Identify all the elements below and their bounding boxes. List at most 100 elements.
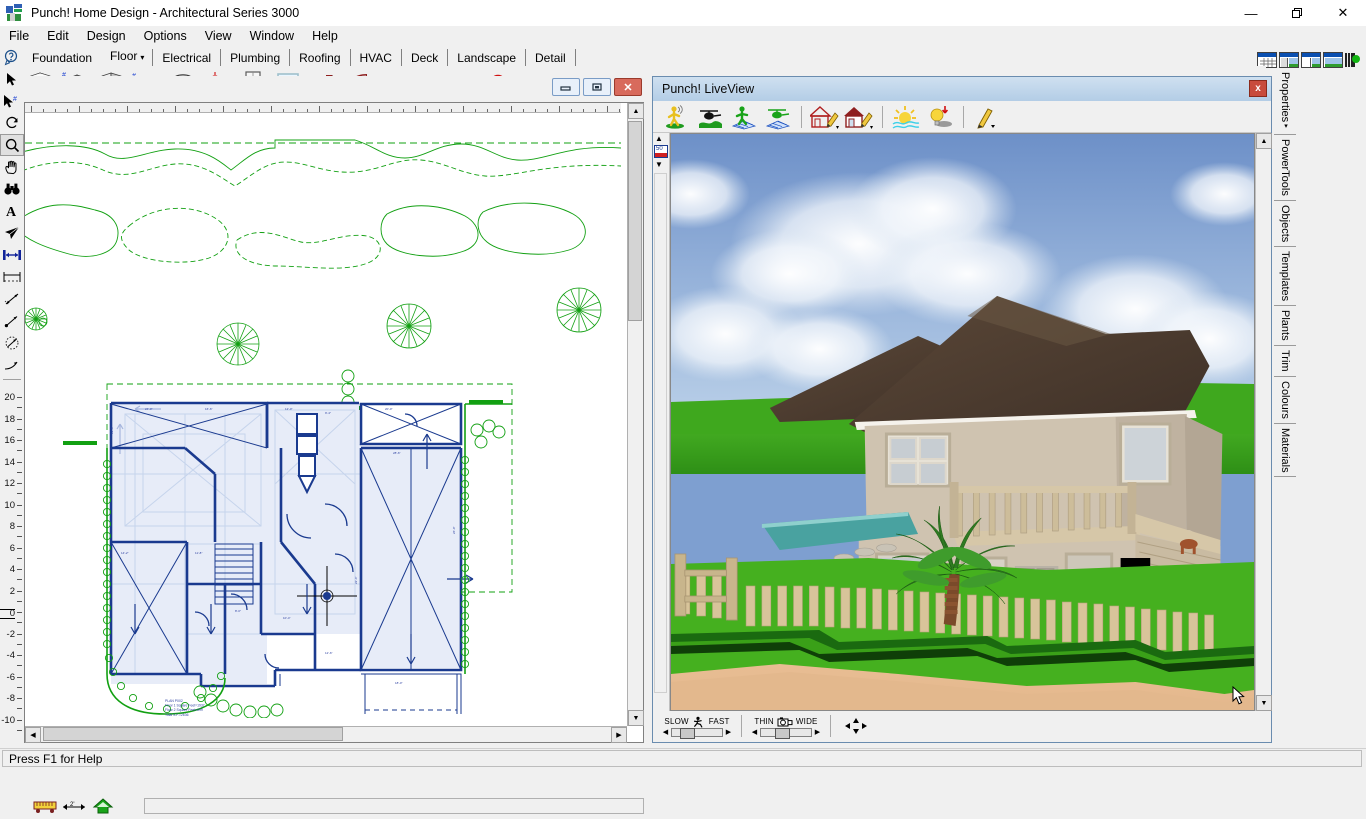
speed-slider-track[interactable]: ◀ ▶ xyxy=(661,727,733,739)
ruler-tick xyxy=(17,526,22,527)
fly-over-plan-icon[interactable] xyxy=(761,103,795,131)
sidebar-tab-colours[interactable]: Colours xyxy=(1274,376,1296,424)
camera-track[interactable] xyxy=(654,173,667,693)
sidebar-tab-plants[interactable]: Plants xyxy=(1274,306,1296,347)
arc-dimension-tool[interactable] xyxy=(0,332,24,354)
lens-increase-arrow[interactable]: ▶ xyxy=(813,728,822,736)
floorplan-minimize-button[interactable] xyxy=(552,78,580,96)
split-vertical-view-button[interactable] xyxy=(1301,52,1321,68)
menu-window[interactable]: Window xyxy=(241,27,303,45)
exterior-edit-house-icon[interactable] xyxy=(808,103,842,131)
daylight-sun-icon[interactable] xyxy=(889,103,923,131)
ruler-tick xyxy=(17,612,22,613)
floorplan-horizontal-scrollbar[interactable]: ◀ ▶ xyxy=(25,726,627,743)
speed-slider[interactable]: SLOW FAST ◀ ▶ xyxy=(661,716,733,739)
tab-floor[interactable]: Floor ▾ xyxy=(101,46,154,68)
scroll-right-arrow[interactable]: ▶ xyxy=(611,727,627,743)
dimension-tool[interactable] xyxy=(0,244,24,266)
toolbar-divider xyxy=(882,105,883,128)
sidebar-tab-properties-label: Properties xyxy=(1279,72,1291,123)
menu-edit[interactable]: Edit xyxy=(38,27,78,45)
chevron-down-icon[interactable]: ▾ xyxy=(1282,122,1289,130)
camera-up-arrow[interactable]: ▲ xyxy=(655,134,663,143)
liveview-vertical-scrollbar[interactable]: ▲ ▼ xyxy=(1255,133,1272,711)
sidebar-tab-powertools[interactable]: PowerTools xyxy=(1274,135,1296,201)
speed-decrease-arrow[interactable]: ◀ xyxy=(661,728,670,736)
liveview-only-button[interactable] xyxy=(1323,52,1343,68)
menu-design[interactable]: Design xyxy=(78,27,135,45)
floorplan-bottom-scroll-area[interactable] xyxy=(144,798,644,814)
camera-position-thumb[interactable]: 50 xyxy=(654,145,668,158)
liveview-scroll-down-arrow[interactable]: ▼ xyxy=(1256,695,1272,711)
interior-light-icon[interactable] xyxy=(923,103,957,131)
ruler-tick xyxy=(499,109,500,112)
leader-line-tool[interactable] xyxy=(0,354,24,376)
walkthrough-person-icon[interactable] xyxy=(659,103,693,131)
sidebar-tab-plants-label: Plants xyxy=(1279,310,1291,342)
minimize-button[interactable]: — xyxy=(1228,0,1274,26)
floorplan-canvas[interactable]: 24'-0" 16'-6" 12'-0" 9'-4" 20'-0" 28'-6" 14… xyxy=(25,114,621,718)
menu-view[interactable]: View xyxy=(196,27,241,45)
help-cursor-icon[interactable] xyxy=(0,46,24,68)
interior-edit-house-icon[interactable] xyxy=(842,103,876,131)
house-view-button[interactable] xyxy=(90,796,116,816)
liveview-scroll-up-arrow[interactable]: ▲ xyxy=(1256,133,1272,149)
ruler-tick xyxy=(17,643,22,645)
restore-button[interactable] xyxy=(1274,0,1320,26)
menu-options[interactable]: Options xyxy=(135,27,196,45)
sidebar-tab-properties[interactable]: Properties▾ xyxy=(1274,68,1296,136)
speed-slider-thumb[interactable] xyxy=(679,727,695,739)
scroll-up-arrow[interactable]: ▲ xyxy=(628,103,644,119)
paper-plane-tool[interactable] xyxy=(0,222,24,244)
sidebar-tab-trim[interactable]: Trim xyxy=(1274,346,1296,377)
select-grid-tool[interactable]: # xyxy=(0,90,24,112)
toolbar-divider xyxy=(801,105,802,128)
menu-help[interactable]: Help xyxy=(303,27,347,45)
lens-decrease-arrow[interactable]: ◀ xyxy=(750,728,759,736)
select-arrow-tool[interactable] xyxy=(0,68,24,90)
sidebar-tab-objects[interactable]: Objects xyxy=(1274,201,1296,248)
dashed-dimension-tool[interactable] xyxy=(0,266,24,288)
recenter-view-button[interactable] xyxy=(839,715,873,737)
ruler-tick xyxy=(271,106,272,112)
ruler-tick xyxy=(17,450,22,451)
pan-hand-tool[interactable] xyxy=(0,156,24,178)
floorplan-restore-button[interactable] xyxy=(583,78,611,96)
camera-down-arrow[interactable]: ▼ xyxy=(655,160,663,169)
zoom-tool[interactable] xyxy=(0,134,24,156)
lens-slider-bar[interactable] xyxy=(760,727,812,739)
split-horizontal-view-button[interactable] xyxy=(1279,52,1299,68)
scroll-left-arrow[interactable]: ◀ xyxy=(25,727,41,743)
rotate-tool[interactable] xyxy=(0,112,24,134)
flyover-helicopter-icon[interactable] xyxy=(693,103,727,131)
lens-slider[interactable]: THIN WIDE ◀ ▶ xyxy=(750,716,822,739)
ruler-tick xyxy=(487,109,488,112)
liveview-3d-render[interactable] xyxy=(670,133,1255,711)
diagonal-dimension-tool[interactable] xyxy=(0,288,24,310)
speed-increase-arrow[interactable]: ▶ xyxy=(724,728,733,736)
speed-slider-bar[interactable] xyxy=(671,727,723,739)
close-button[interactable]: ✕ xyxy=(1320,0,1366,26)
liveview-close-button[interactable]: x xyxy=(1249,80,1267,97)
lens-slider-thumb[interactable] xyxy=(774,727,790,739)
vertical-scroll-thumb[interactable] xyxy=(628,121,642,321)
chevron-down-icon[interactable]: ▾ xyxy=(140,53,144,62)
ruler-tick xyxy=(163,109,164,112)
ruler-tick xyxy=(67,109,68,112)
pencil-draw-icon[interactable] xyxy=(970,103,1004,131)
lens-slider-track[interactable]: ◀ ▶ xyxy=(750,727,822,739)
point-to-point-tool[interactable] xyxy=(0,310,24,332)
binoculars-tool[interactable] xyxy=(0,178,24,200)
scroll-down-arrow[interactable]: ▼ xyxy=(628,710,644,726)
floorplan-close-button[interactable]: ✕ xyxy=(614,78,642,96)
sidebar-tab-materials[interactable]: Materials xyxy=(1274,423,1296,478)
scale-ruler-button[interactable] xyxy=(32,796,58,816)
render-toggle-button[interactable] xyxy=(1345,52,1361,68)
horizontal-scroll-thumb[interactable] xyxy=(43,727,343,741)
dimension-scale-button[interactable]: 2' xyxy=(61,796,87,816)
floorplan-vertical-scrollbar[interactable]: ▲ ▼ xyxy=(627,103,644,726)
sidebar-tab-templates[interactable]: Templates xyxy=(1274,247,1296,307)
menu-file[interactable]: File xyxy=(0,27,38,45)
text-tool[interactable]: A xyxy=(0,200,24,222)
walk-on-plan-icon[interactable] xyxy=(727,103,761,131)
